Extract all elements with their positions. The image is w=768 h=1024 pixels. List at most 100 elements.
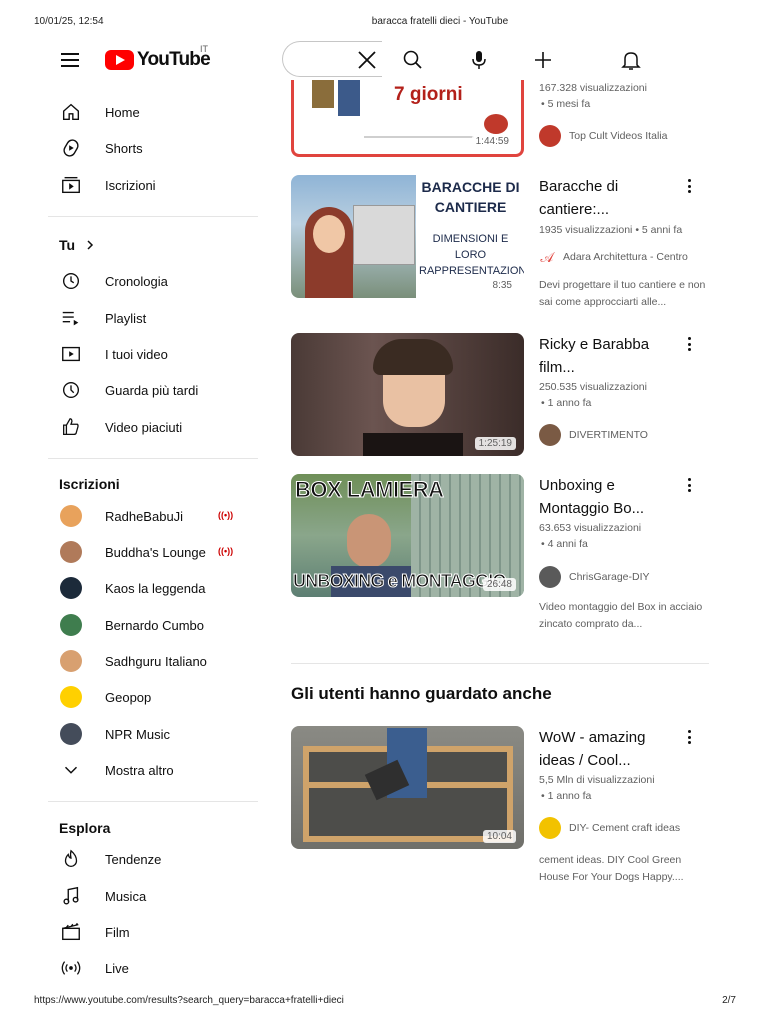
sidebar-item-subscriptions[interactable]: Iscrizioni: [36, 167, 258, 203]
more-options-icon[interactable]: [681, 476, 697, 494]
video-result[interactable]: 1:25:19 Ricky e Barabba film... 250.535 …: [291, 333, 711, 457]
video-title[interactable]: Baracche di cantiere:...: [539, 175, 674, 221]
video-description: cement ideas. DIY Cool Green House For Y…: [539, 854, 684, 883]
you-section-header[interactable]: Tu: [59, 237, 95, 253]
sidebar-item-watch-later[interactable]: Guarda più tardi: [36, 372, 258, 408]
video-age: • 1 anno fa: [541, 790, 592, 802]
video-title[interactable]: Ricky e Barabba film...: [539, 333, 674, 379]
video-channel[interactable]: DIVERTIMENTO: [539, 424, 648, 446]
subscription-label: Buddha's Lounge: [105, 545, 206, 560]
progress-track: [364, 136, 474, 138]
video-channel[interactable]: DIY- Cement craft ideas: [539, 817, 680, 839]
video-result[interactable]: 10:04 WoW - amazing ideas / Cool... 5,5 …: [291, 726, 711, 886]
thumbnail-text: 7 giorni: [394, 84, 463, 105]
search-icon[interactable]: [401, 48, 425, 72]
youtube-logo[interactable]: YouTube: [105, 49, 211, 71]
more-options-icon[interactable]: [681, 728, 697, 746]
thumbnail-figure: [312, 80, 334, 108]
chevron-down-icon: [64, 766, 78, 774]
video-title[interactable]: WoW - amazing ideas / Cool...: [539, 726, 674, 772]
music-icon: [63, 886, 79, 905]
sidebar-item-shorts[interactable]: Shorts: [36, 130, 258, 166]
video-channel[interactable]: ChrisGarage-DIY: [539, 566, 650, 588]
video-age: • 5 mesi fa: [541, 98, 591, 110]
video-thumbnail[interactable]: 7 giorni 1:44:59: [291, 80, 524, 157]
trending-icon: [64, 849, 78, 867]
subscription-label: RadheBabuJi: [105, 509, 184, 524]
channel-name: ChrisGarage-DIY: [569, 571, 650, 583]
sidebar-item-label: Musica: [105, 889, 147, 904]
video-result[interactable]: BARACCHE DI CANTIERE DIMENSIONI E LORO R…: [291, 175, 711, 315]
subscription-npr-music[interactable]: NPR Music: [36, 716, 258, 752]
film-icon: [62, 922, 80, 941]
avatar: [60, 614, 82, 636]
create-icon[interactable]: [531, 48, 555, 72]
video-description: Video montaggio del Box in acciaio zinca…: [539, 601, 703, 630]
thumbnail-subtext: UNBOXING e MONTAGGIO: [293, 571, 507, 592]
subscription-buddhas-lounge[interactable]: Buddha's Lounge ((•)): [36, 534, 258, 570]
microphone-icon[interactable]: [467, 48, 491, 72]
subscription-radhebabuji[interactable]: RadheBabuJi ((•)): [36, 498, 258, 534]
video-duration: 8:35: [488, 279, 516, 292]
print-header: 10/01/25, 12:54 baracca fratelli dieci -…: [0, 16, 768, 30]
sidebar-item-your-videos[interactable]: I tuoi video: [36, 336, 258, 372]
subscription-label: NPR Music: [105, 727, 171, 742]
video-title[interactable]: Unboxing e Montaggio Bo...: [539, 474, 674, 520]
live-icon: ((•)): [218, 546, 234, 556]
show-more-button[interactable]: Mostra altro: [36, 752, 258, 788]
subscription-geopop[interactable]: Geopop: [36, 679, 258, 715]
subscription-sadhguru-italiano[interactable]: Sadhguru Italiano: [36, 643, 258, 679]
subscription-kaos-la-leggenda[interactable]: Kaos la leggenda: [36, 570, 258, 606]
sidebar-item-liked-videos[interactable]: Video piaciuti: [36, 409, 258, 445]
video-channel[interactable]: 𝒜 Adara Architettura - Centro: [539, 246, 688, 268]
playlist-icon: [62, 311, 79, 326]
clear-search-icon[interactable]: [355, 48, 379, 72]
you-section-title: Tu: [59, 237, 76, 253]
video-result[interactable]: BOX LAMIERA UNBOXING e MONTAGGIO 26:48 U…: [291, 474, 711, 634]
thumbnail-cabin: [353, 205, 415, 265]
subscription-label: Kaos la leggenda: [105, 581, 206, 596]
subscriptions-section-title: Iscrizioni: [59, 476, 120, 492]
video-thumbnail[interactable]: BARACCHE DI CANTIERE DIMENSIONI E LORO R…: [291, 175, 524, 298]
sidebar-item-live[interactable]: Live: [36, 950, 258, 986]
video-duration: 10:04: [482, 830, 516, 843]
sidebar-divider: [48, 801, 258, 802]
video-channel[interactable]: Top Cult Videos Italia: [539, 125, 667, 147]
also-watched-title: Gli utenti hanno guardato anche: [291, 684, 552, 703]
video-duration: 1:44:59: [471, 135, 513, 148]
channel-avatar: [539, 424, 561, 446]
your-videos-icon: [62, 346, 80, 362]
print-page-number: 2/7: [722, 995, 736, 1006]
thumbnail-badge: [484, 114, 508, 134]
live-icon: [61, 961, 81, 975]
menu-icon[interactable]: [58, 48, 82, 72]
subscription-bernardo-cumbo[interactable]: Bernardo Cumbo: [36, 607, 258, 643]
sidebar-item-label: I tuoi video: [105, 347, 168, 362]
notifications-icon[interactable]: [619, 48, 643, 72]
video-description: Devi progettare il tuo cantiere e non sa…: [539, 279, 706, 308]
video-thumbnail[interactable]: 1:25:19: [291, 333, 524, 456]
sidebar-item-film[interactable]: Film: [36, 914, 258, 950]
channel-name: Top Cult Videos Italia: [569, 130, 668, 142]
video-result[interactable]: 7 giorni 1:44:59 167.328 visualizzazioni…: [291, 80, 711, 160]
thumbnail-dress: [363, 433, 463, 456]
thumbnail-face: [313, 215, 345, 253]
sidebar-item-label: Cronologia: [105, 274, 168, 289]
sidebar-item-trending[interactable]: Tendenze: [36, 841, 258, 877]
sidebar-item-history[interactable]: Cronologia: [36, 263, 258, 299]
subscriptions-icon: [62, 176, 80, 194]
more-options-icon[interactable]: [681, 335, 697, 353]
video-thumbnail[interactable]: BOX LAMIERA UNBOXING e MONTAGGIO 26:48: [291, 474, 524, 597]
home-icon: [62, 103, 80, 121]
video-age: • 4 anni fa: [541, 538, 588, 550]
sidebar-item-home[interactable]: Home: [36, 94, 258, 130]
sidebar-item-label: Video piaciuti: [105, 420, 183, 435]
more-options-icon[interactable]: [681, 177, 697, 195]
sidebar-item-music[interactable]: Musica: [36, 878, 258, 914]
video-age: • 1 anno fa: [541, 397, 592, 409]
sidebar-divider: [48, 216, 258, 217]
show-more-label: Mostra altro: [105, 763, 174, 778]
video-thumbnail[interactable]: 10:04: [291, 726, 524, 849]
sidebar-item-playlist[interactable]: Playlist: [36, 300, 258, 336]
subscription-label: Sadhguru Italiano: [105, 654, 207, 669]
